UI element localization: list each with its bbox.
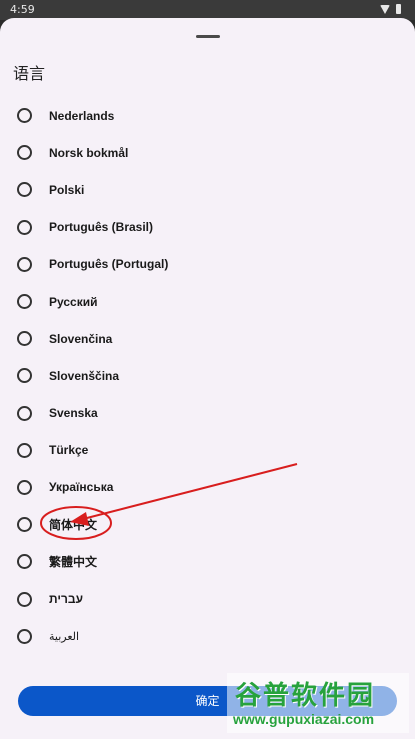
language-option[interactable]: עברית (0, 580, 415, 617)
sheet-title: 语言 (13, 64, 46, 83)
radio-button[interactable] (17, 368, 32, 384)
language-option-label: Norsk bokmål (49, 145, 129, 160)
language-option[interactable]: العربية (0, 618, 415, 655)
language-option[interactable]: Português (Brasil) (0, 209, 415, 246)
radio-button[interactable] (17, 405, 32, 421)
language-option-label: Português (Brasil) (49, 220, 154, 235)
language-option[interactable]: Norsk bokmål (0, 134, 415, 171)
language-option[interactable]: Українська (0, 469, 415, 506)
radio-button[interactable] (17, 442, 32, 458)
language-option[interactable]: 简体中文 (0, 506, 415, 543)
language-option-label: Slovenčina (49, 331, 113, 346)
language-option[interactable]: Slovenčina (0, 320, 415, 357)
radio-button[interactable] (17, 294, 32, 310)
language-option-label: Nederlands (49, 108, 115, 123)
language-option[interactable]: Polski (0, 171, 415, 208)
language-option-label: Polski (49, 182, 85, 197)
language-options-list: Nederlands Norsk bokmål Polski Português… (0, 97, 415, 655)
language-option-label: Português (Portugal) (49, 257, 169, 272)
wifi-icon (380, 4, 390, 14)
radio-button[interactable] (17, 256, 32, 272)
status-bar: 4:59 (0, 0, 415, 20)
watermark-title: 谷普软件园 (235, 681, 376, 711)
battery-icon (396, 4, 401, 14)
radio-button[interactable] (17, 219, 32, 235)
language-option-label: Slovenščina (49, 368, 120, 383)
radio-button[interactable] (17, 331, 32, 347)
watermark-url: www.gupuxiazai.com (233, 711, 375, 727)
radio-button[interactable] (17, 517, 32, 533)
radio-button[interactable] (17, 182, 32, 198)
language-option-label: עברית (49, 592, 84, 607)
language-option[interactable]: Nederlands (0, 97, 415, 134)
radio-button[interactable] (17, 628, 32, 644)
status-icons (380, 4, 401, 14)
language-bottom-sheet: 语言 Nederlands Norsk bokmål Polski Portug… (0, 18, 415, 739)
radio-button[interactable] (17, 479, 32, 495)
watermark-logo: 谷普软件园 www.gupuxiazai.com (227, 673, 409, 733)
language-option[interactable]: Svenska (0, 395, 415, 432)
language-option[interactable]: 繁體中文 (0, 543, 415, 580)
language-option[interactable]: Slovenščina (0, 357, 415, 394)
radio-button[interactable] (17, 108, 32, 124)
radio-button[interactable] (17, 554, 32, 570)
language-option[interactable]: Türkçe (0, 432, 415, 469)
status-time: 4:59 (10, 3, 35, 16)
language-option[interactable]: Português (Portugal) (0, 246, 415, 283)
language-option-label: العربية (49, 630, 80, 643)
language-option-label: Українська (49, 480, 114, 495)
language-option-label: Русский (49, 294, 98, 309)
radio-button[interactable] (17, 145, 32, 161)
language-option-label: Türkçe (49, 443, 89, 458)
radio-button[interactable] (17, 591, 32, 607)
language-option-label: 简体中文 (49, 518, 98, 533)
language-option-label: Svenska (49, 406, 98, 421)
language-option-label: 繁體中文 (49, 555, 98, 570)
language-option[interactable]: Русский (0, 283, 415, 320)
drag-handle[interactable] (196, 35, 220, 38)
